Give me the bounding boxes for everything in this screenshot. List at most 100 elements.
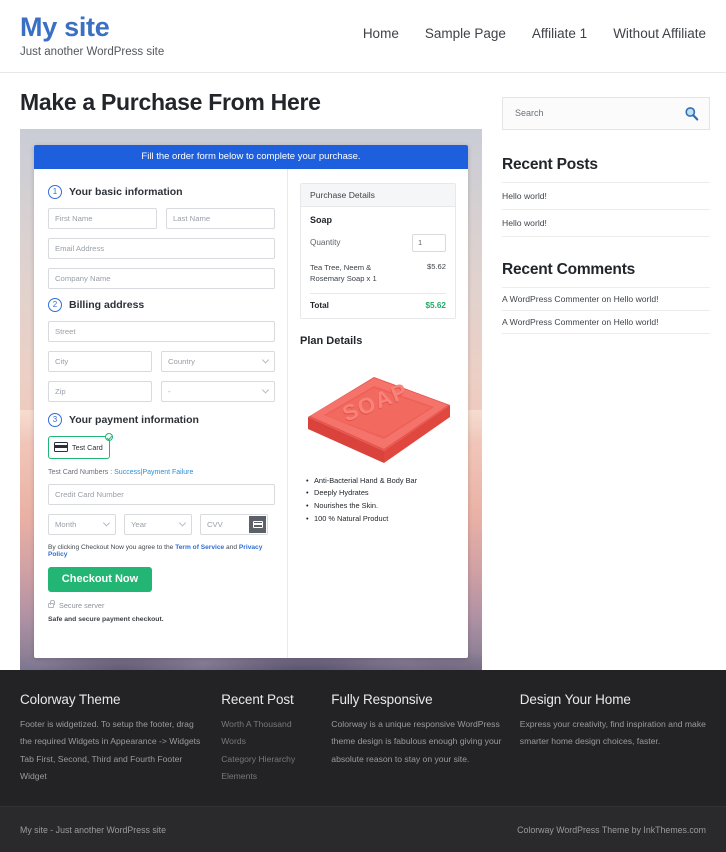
quantity-label: Quantity — [310, 238, 341, 248]
total-amount: $5.62 — [425, 300, 447, 310]
agree-prefix: By clicking Checkout Now you agree to th… — [48, 543, 174, 551]
primary-navigation: Home Sample Page Affiliate 1 Without Aff… — [330, 12, 706, 41]
last-name-input[interactable]: Last Name — [166, 207, 275, 229]
footer-column-recent-post: Recent Post Worth A Thousand Words Categ… — [221, 692, 331, 786]
site-title[interactable]: My site — [20, 12, 330, 43]
checkout-background-photo: Fill the order form below to complete yo… — [20, 128, 482, 670]
footer-column-title: Fully Responsive — [331, 691, 433, 707]
footer-column-fully-responsive: Fully Responsive Colorway is a unique re… — [331, 692, 519, 786]
country-select[interactable]: Country — [161, 350, 275, 372]
list-item[interactable]: Hello world! — [502, 183, 710, 210]
expiry-year-value: Year — [131, 519, 147, 529]
first-name-input[interactable]: First Name — [48, 207, 157, 229]
footer-column-title: Design Your Home — [519, 691, 631, 707]
list-item[interactable]: A WordPress Commenter on Hello world! — [502, 311, 710, 334]
quantity-input[interactable]: 1 — [412, 233, 446, 252]
nav-item-home[interactable]: Home — [363, 26, 399, 41]
recent-posts-title: Recent Posts — [502, 155, 598, 173]
plan-feature-list: Anti-Bacterial Hand & Body Bar Deeply Hy… — [300, 475, 456, 526]
list-item[interactable]: Hello world! — [502, 210, 710, 237]
footer-column-colorway-theme: Colorway Theme Footer is widgetized. To … — [20, 692, 221, 786]
product-name: Soap — [310, 214, 333, 225]
expiry-year-select[interactable]: Year — [124, 513, 192, 535]
zip-state-row: Zip - — [48, 380, 275, 411]
checkout-form-column: 1 Your basic information First Name Last… — [34, 168, 288, 658]
footer-copyright: My site - Just another WordPress site — [20, 824, 167, 835]
nav-item-affiliate-1[interactable]: Affiliate 1 — [532, 26, 587, 41]
purchase-details-box: Purchase Details Soap Quantity 1 Tea Tre… — [300, 182, 456, 319]
step-1-label: Your basic information — [69, 185, 183, 198]
recent-comments-title: Recent Comments — [502, 260, 636, 278]
expiry-month-value: Month — [55, 519, 77, 529]
name-row: First Name Last Name — [48, 207, 275, 238]
search-input[interactable] — [515, 108, 684, 119]
site-header: My site Just another WordPress site Home… — [0, 0, 726, 73]
step-1-number: 1 — [48, 184, 62, 199]
list-item[interactable]: Worth A Thousand Words — [221, 716, 315, 751]
site-tagline: Just another WordPress site — [20, 46, 165, 59]
footer-column-text: Footer is widgetized. To setup the foote… — [20, 718, 201, 782]
step-3-label: Your payment information — [69, 413, 199, 426]
line-item-amount: $5.62 — [426, 261, 446, 271]
purchase-details-heading: Purchase Details — [301, 183, 455, 207]
list-item[interactable]: A WordPress Commenter on Hello world! — [502, 288, 710, 311]
checkout-body: 1 Your basic information First Name Last… — [34, 168, 468, 658]
check-circle-icon — [105, 432, 113, 441]
soap-product-image: SOAP SOAP — [300, 353, 456, 475]
purchase-details-body: Soap Quantity 1 Tea Tree, Neem & Rosemar… — [301, 207, 455, 318]
card-back-icon — [249, 515, 266, 533]
test-card-label: Test Card — [72, 442, 103, 452]
step-2-heading: 2 Billing address — [48, 297, 275, 312]
nav-item-without-affiliate[interactable]: Without Affiliate — [613, 26, 706, 41]
quantity-row: Quantity 1 — [310, 233, 446, 252]
checkout-banner: Fill the order form below to complete yo… — [34, 144, 468, 169]
city-input[interactable]: City — [48, 350, 152, 372]
nav-item-sample-page[interactable]: Sample Page — [425, 26, 506, 41]
soap-bar-illustration: SOAP SOAP — [308, 376, 450, 463]
plan-feature-item: Deeply Hydrates — [306, 487, 456, 500]
footer-column-text: Colorway is a unique responsive WordPres… — [331, 718, 502, 764]
step-1-heading: 1 Your basic information — [48, 184, 275, 199]
credit-card-icon — [54, 442, 68, 453]
footer-recent-post-list: Worth A Thousand Words Category Hierarch… — [221, 716, 315, 786]
main-column: Make a Purchase From Here Fill the order… — [0, 89, 484, 670]
terms-agreement-text: By clicking Checkout Now you agree to th… — [48, 544, 275, 558]
company-name-input[interactable]: Company Name — [48, 267, 275, 289]
chevron-down-icon — [178, 519, 187, 527]
test-success-link[interactable]: Success — [114, 469, 140, 476]
lock-icon — [48, 600, 55, 608]
email-input[interactable]: Email Address — [48, 237, 275, 259]
zip-input[interactable]: Zip — [48, 380, 152, 402]
search-widget — [502, 96, 710, 130]
expiry-month-select[interactable]: Month — [48, 513, 116, 535]
recent-posts-list: Hello world! Hello world! — [502, 181, 710, 237]
chevron-down-icon — [102, 519, 111, 527]
list-item[interactable]: Category Hierarchy — [221, 751, 315, 769]
agree-and: and — [226, 543, 238, 551]
test-card-option[interactable]: Test Card — [48, 432, 113, 459]
city-country-row: City Country — [48, 350, 275, 381]
list-item[interactable]: Elements — [221, 768, 315, 786]
step-3-number: 3 — [48, 412, 62, 427]
divider — [310, 292, 446, 294]
test-failure-link[interactable]: Payment Failure — [142, 469, 193, 476]
search-icon[interactable] — [684, 106, 699, 121]
footer-bottom-bar: My site - Just another WordPress site Co… — [0, 806, 726, 852]
street-input[interactable]: Street — [48, 320, 275, 342]
state-select[interactable]: - — [161, 380, 275, 402]
site-footer: Colorway Theme Footer is widgetized. To … — [0, 669, 726, 852]
recent-posts-widget: Recent Posts Hello world! Hello world! — [502, 156, 710, 237]
footer-credit: Colorway WordPress Theme by InkThemes.co… — [517, 825, 706, 835]
state-select-value: - — [168, 386, 171, 396]
credit-card-number-input[interactable]: Credit Card Number — [48, 483, 275, 505]
page-root: My site Just another WordPress site Home… — [0, 0, 726, 852]
cvv-input[interactable]: CVV — [200, 513, 268, 535]
checkout-now-button[interactable]: Checkout Now — [48, 566, 152, 592]
step-2-label: Billing address — [69, 298, 145, 311]
chevron-down-icon — [261, 386, 270, 394]
chevron-down-icon — [261, 356, 270, 364]
step-3-heading: 3 Your payment information — [48, 412, 275, 427]
plan-feature-item: 100 % Natural Product — [306, 513, 456, 526]
terms-of-service-link[interactable]: Term of Service — [175, 544, 224, 551]
footer-credit-link[interactable]: Colorway WordPress Theme by InkThemes.co… — [517, 825, 706, 835]
